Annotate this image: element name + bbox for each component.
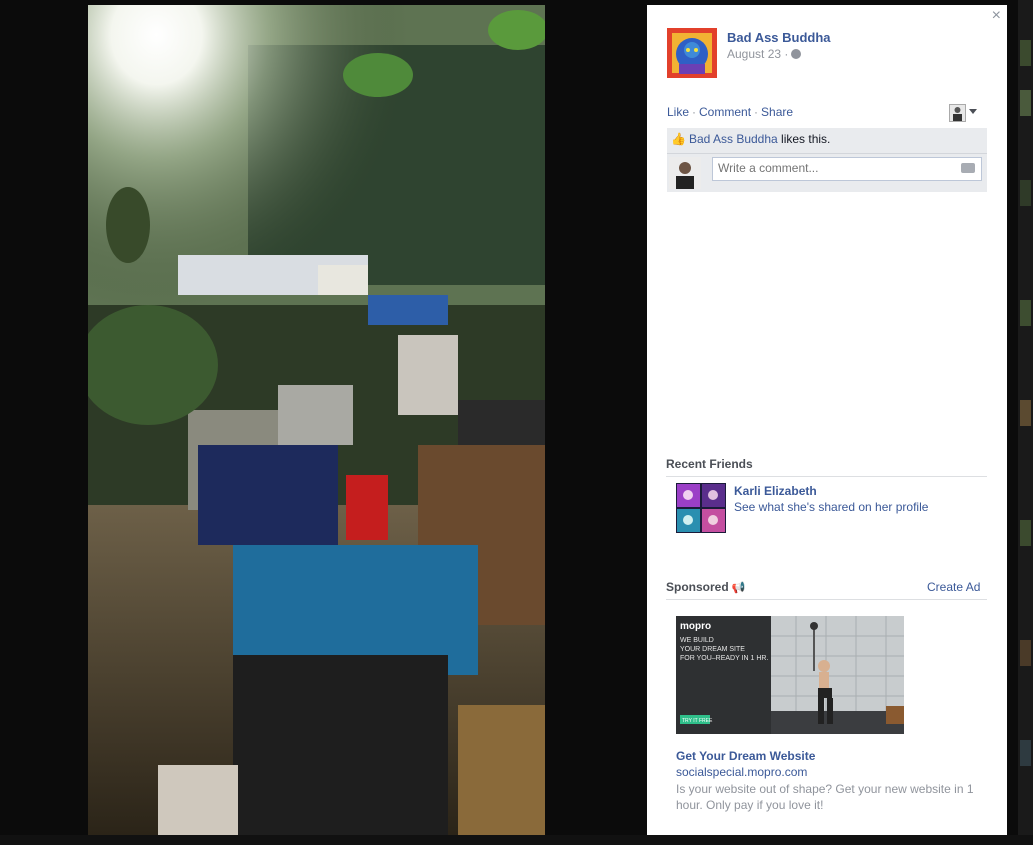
ad-image[interactable]: mopro WE BUILD YOUR DREAM SITE FOR YOU–R…	[676, 616, 904, 734]
create-ad-link[interactable]: Create Ad	[927, 580, 980, 594]
ad-brand-text: mopro	[680, 621, 711, 632]
action-separator: ·	[754, 105, 759, 119]
ad-url-link[interactable]: socialspecial.mopro.com	[676, 765, 807, 779]
likes-suffix: likes this.	[777, 132, 831, 146]
background-thumbnail	[1020, 400, 1031, 426]
ad-tagline-1: WE BUILD	[680, 637, 714, 644]
post-date-text: August 23 ·	[727, 47, 789, 61]
divider	[666, 599, 987, 600]
friend-name-link[interactable]: Karli Elizabeth	[734, 484, 817, 498]
share-link[interactable]: Share	[761, 105, 793, 119]
background-thumbnail	[1020, 40, 1031, 66]
background-page-strip	[1018, 0, 1033, 845]
actor-selector-avatar[interactable]	[949, 104, 966, 122]
ad-tagline-3: FOR YOU–READY IN 1 HR.	[680, 655, 768, 662]
ad-body-text: Is your website out of shape? Get your n…	[676, 782, 974, 812]
photo-image	[88, 5, 545, 835]
background-thumbnail	[1020, 180, 1031, 206]
sponsored-label: Sponsored	[666, 580, 729, 594]
friend-avatar[interactable]	[676, 483, 726, 533]
ad-tagline-2: YOUR DREAM SITE	[680, 646, 745, 653]
comment-input[interactable]	[713, 158, 959, 178]
megaphone-icon: 📢	[731, 582, 746, 594]
background-thumbnail	[1020, 740, 1031, 766]
lightbox-photo[interactable]	[88, 5, 545, 835]
post-actions: Like · Comment · Share	[667, 105, 793, 119]
ad-title-link[interactable]: Get Your Dream Website	[676, 749, 815, 763]
thumbs-up-icon: 👍	[671, 132, 686, 146]
commenter-avatar	[669, 157, 701, 189]
liker-name-link[interactable]: Bad Ass Buddha	[689, 132, 778, 146]
action-separator: ·	[692, 105, 697, 119]
post-date[interactable]: August 23 ·	[727, 47, 802, 61]
close-icon[interactable]: ×	[992, 7, 1001, 25]
photo-details-panel: × Bad Ass Buddha August 23 · Like · Commen…	[647, 5, 1007, 835]
comment-input-container	[712, 157, 982, 181]
recent-friends-title: Recent Friends	[666, 457, 753, 471]
ad-button-text: TRY IT FREE	[682, 718, 713, 724]
page-avatar[interactable]	[667, 28, 717, 78]
background-thumbnail	[1020, 520, 1031, 546]
background-page-bottom	[0, 835, 1033, 845]
divider	[666, 476, 987, 477]
divider	[667, 153, 987, 154]
friend-profile-link[interactable]: See what she's shared on her profile	[734, 500, 928, 514]
background-thumbnail	[1020, 300, 1031, 326]
globe-icon	[791, 49, 802, 59]
comment-link[interactable]: Comment	[699, 105, 751, 119]
camera-icon[interactable]	[961, 163, 975, 173]
page-name-link[interactable]: Bad Ass Buddha	[727, 30, 831, 45]
background-thumbnail	[1020, 640, 1031, 666]
likes-sentence: 👍 Bad Ass Buddha likes this.	[671, 132, 830, 146]
like-link[interactable]: Like	[667, 105, 689, 119]
background-thumbnail	[1020, 90, 1031, 116]
chevron-down-icon[interactable]	[969, 109, 977, 114]
feedback-area: 👍 Bad Ass Buddha likes this.	[667, 128, 987, 192]
sponsored-title: Sponsored 📢	[666, 580, 745, 594]
